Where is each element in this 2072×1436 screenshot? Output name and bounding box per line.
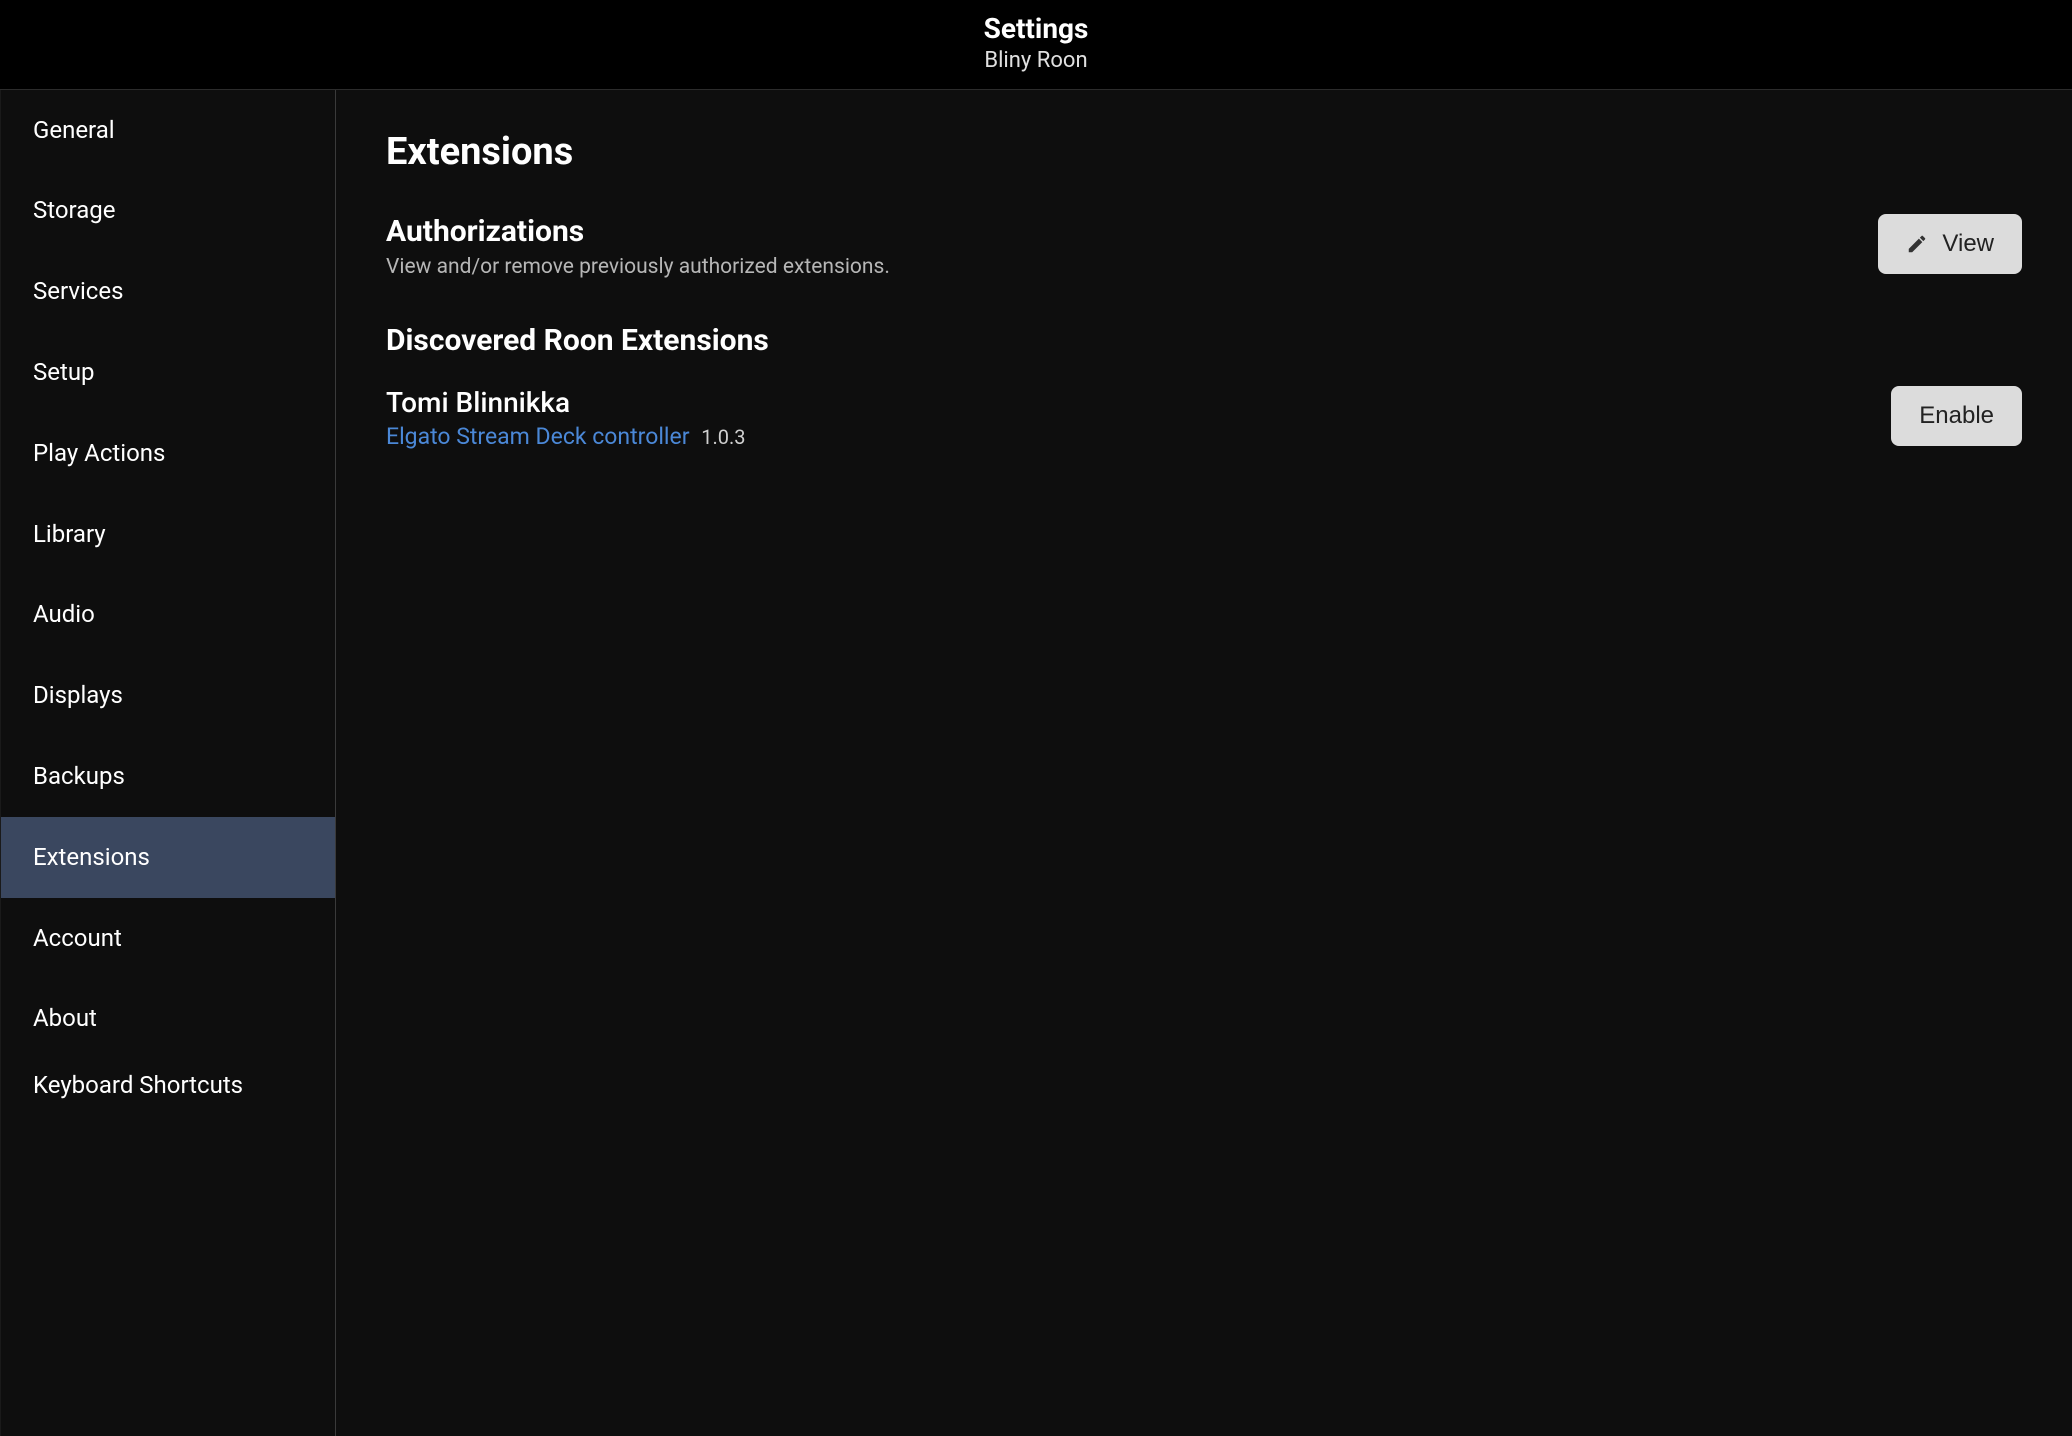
- extension-version: 1.0.3: [701, 425, 745, 449]
- sidebar-item-account[interactable]: Account: [1, 898, 335, 979]
- view-authorizations-button[interactable]: View: [1878, 214, 2022, 274]
- sidebar-item-services[interactable]: Services: [1, 251, 335, 332]
- sidebar-item-general[interactable]: General: [1, 90, 335, 171]
- body: General Storage Services Setup Play Acti…: [0, 90, 2072, 1436]
- discovered-extensions-title: Discovered Roon Extensions: [386, 323, 2022, 358]
- extension-author: Tomi Blinnikka: [386, 386, 746, 419]
- sidebar-item-play-actions[interactable]: Play Actions: [1, 413, 335, 494]
- header: Settings Bliny Roon: [0, 0, 2072, 90]
- view-button-label: View: [1942, 230, 1994, 258]
- main-content: Extensions Authorizations View and/or re…: [336, 90, 2072, 1436]
- sidebar-item-displays[interactable]: Displays: [1, 655, 335, 736]
- extension-info: Tomi Blinnikka Elgato Stream Deck contro…: [386, 386, 746, 450]
- settings-window: Settings Bliny Roon General Storage Serv…: [0, 0, 2072, 1436]
- sidebar: General Storage Services Setup Play Acti…: [0, 90, 336, 1436]
- authorizations-title: Authorizations: [386, 214, 890, 249]
- pencil-icon: [1906, 233, 1928, 255]
- sidebar-item-extensions[interactable]: Extensions: [1, 817, 335, 898]
- sidebar-item-audio[interactable]: Audio: [1, 574, 335, 655]
- extension-name-line: Elgato Stream Deck controller 1.0.3: [386, 423, 746, 450]
- header-title: Settings: [0, 12, 2072, 46]
- extension-row: Tomi Blinnikka Elgato Stream Deck contro…: [386, 386, 2022, 450]
- sidebar-item-backups[interactable]: Backups: [1, 736, 335, 817]
- sidebar-item-setup[interactable]: Setup: [1, 332, 335, 413]
- authorizations-text: Authorizations View and/or remove previo…: [386, 214, 890, 279]
- authorizations-desc: View and/or remove previously authorized…: [386, 255, 890, 279]
- sidebar-item-about[interactable]: About: [1, 978, 335, 1059]
- extension-name-link[interactable]: Elgato Stream Deck controller: [386, 423, 690, 450]
- page-title: Extensions: [386, 130, 2022, 174]
- enable-button-label: Enable: [1919, 402, 1994, 430]
- enable-extension-button[interactable]: Enable: [1891, 386, 2022, 446]
- authorizations-section: Authorizations View and/or remove previo…: [386, 214, 2022, 279]
- sidebar-item-keyboard-shortcuts[interactable]: Keyboard Shortcuts: [1, 1059, 335, 1112]
- sidebar-item-storage[interactable]: Storage: [1, 170, 335, 251]
- header-subtitle: Bliny Roon: [0, 48, 2072, 73]
- sidebar-item-library[interactable]: Library: [1, 494, 335, 575]
